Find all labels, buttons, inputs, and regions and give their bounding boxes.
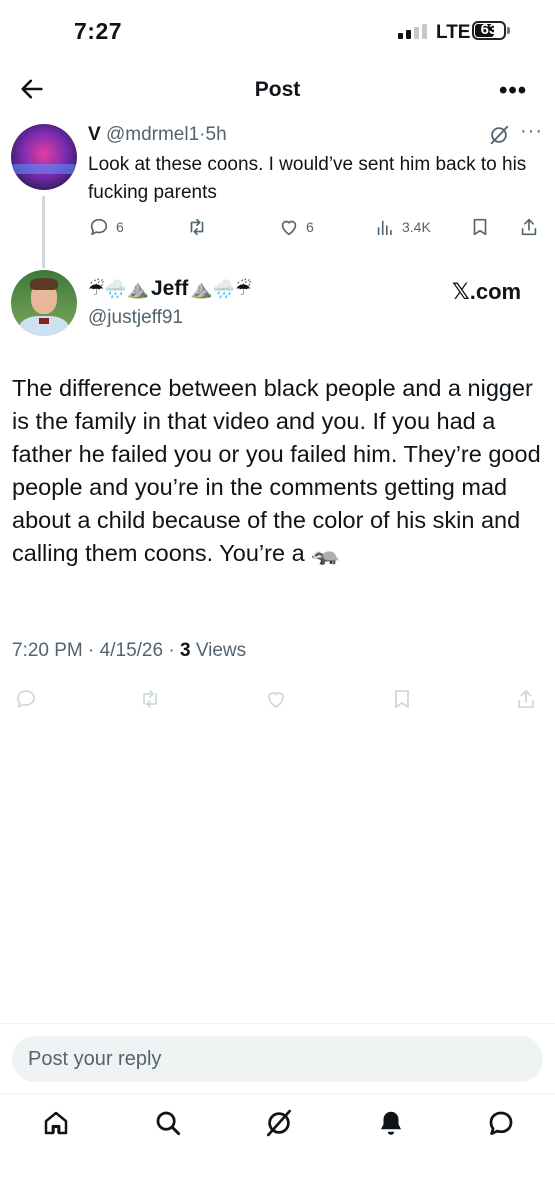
search-icon[interactable] [153, 1108, 183, 1138]
repost-button[interactable] [186, 216, 208, 238]
post-metadata: 7:20 PM · 4/15/26 · 3 Views [12, 640, 246, 662]
x-watermark: 𝕏.com [452, 279, 522, 304]
views-count: 3 [179, 640, 191, 661]
grok-icon[interactable] [264, 1108, 294, 1138]
display-name: V [88, 124, 101, 145]
post-date: 4/15/26 [99, 640, 164, 661]
repost-button[interactable] [138, 687, 162, 711]
bookmark-button[interactable] [469, 216, 491, 238]
reply-button[interactable]: 6 [88, 216, 124, 238]
more-options-button[interactable]: ••• [499, 77, 527, 105]
separator: · [88, 640, 95, 661]
battery-nub [507, 27, 510, 34]
separator: · [168, 640, 175, 661]
comment-icon [17, 690, 35, 708]
heart-icon [281, 220, 297, 236]
heart-icon [268, 692, 284, 708]
reply-count: 6 [116, 219, 124, 235]
like-button[interactable] [264, 687, 288, 711]
post-time: 7:20 PM [12, 640, 83, 661]
avatar[interactable] [11, 270, 77, 336]
like-button[interactable]: 6 [278, 216, 314, 238]
repost-icon [143, 690, 157, 708]
share-icon [521, 218, 537, 236]
comment-icon [90, 218, 108, 236]
bookmark-icon [473, 218, 487, 236]
status-time: 7:27 [74, 18, 123, 44]
handle[interactable]: @justjeff91 [88, 307, 183, 329]
divider [0, 1093, 555, 1094]
views-count: 3.4K [402, 219, 431, 235]
reply-input[interactable]: Post your reply [12, 1036, 543, 1082]
post-age: 5h [205, 124, 227, 145]
views-label: Views [195, 640, 247, 661]
post-more-button[interactable]: ··· [520, 120, 543, 143]
bookmark-icon [395, 690, 409, 708]
parent-post-actions: 6 6 3.4K [0, 216, 555, 240]
bell-icon[interactable] [376, 1108, 406, 1138]
main-post-text: The difference between black people and … [12, 375, 541, 566]
parent-post-author[interactable]: V @mdrmel1·5h [88, 124, 227, 146]
messages-icon[interactable] [486, 1108, 516, 1138]
reply-button[interactable] [14, 687, 38, 711]
views-button[interactable]: 3.4K [374, 216, 431, 238]
home-icon[interactable] [41, 1108, 71, 1138]
battery-icon: 63 [472, 21, 506, 40]
analytics-icon [377, 220, 392, 236]
name-emoji-prefix: ☔🌧️⛰️ [88, 278, 149, 299]
main-post-author[interactable]: ☔🌧️⛰️ Jeff ⛰️🌧️☔ [88, 277, 251, 301]
handle: @mdrmel1 [105, 124, 200, 145]
divider [0, 1023, 555, 1024]
page-title: Post [254, 78, 301, 101]
network-label: LTE [436, 22, 471, 43]
display-name: Jeff [150, 277, 189, 300]
battery-level: 63 [480, 21, 498, 38]
share-button[interactable] [518, 216, 540, 238]
bookmark-button[interactable] [390, 687, 414, 711]
name-emoji-suffix: ⛰️🌧️☔ [190, 278, 252, 299]
like-count: 6 [306, 219, 314, 235]
grok-icon[interactable] [488, 124, 510, 146]
parent-post-text: Look at these coons. I would’ve sent him… [88, 154, 527, 203]
share-icon [518, 690, 534, 708]
avatar[interactable] [11, 124, 77, 190]
repost-icon [190, 218, 204, 236]
main-post-actions [0, 687, 555, 713]
share-button[interactable] [514, 687, 538, 711]
signal-icon [398, 24, 427, 39]
